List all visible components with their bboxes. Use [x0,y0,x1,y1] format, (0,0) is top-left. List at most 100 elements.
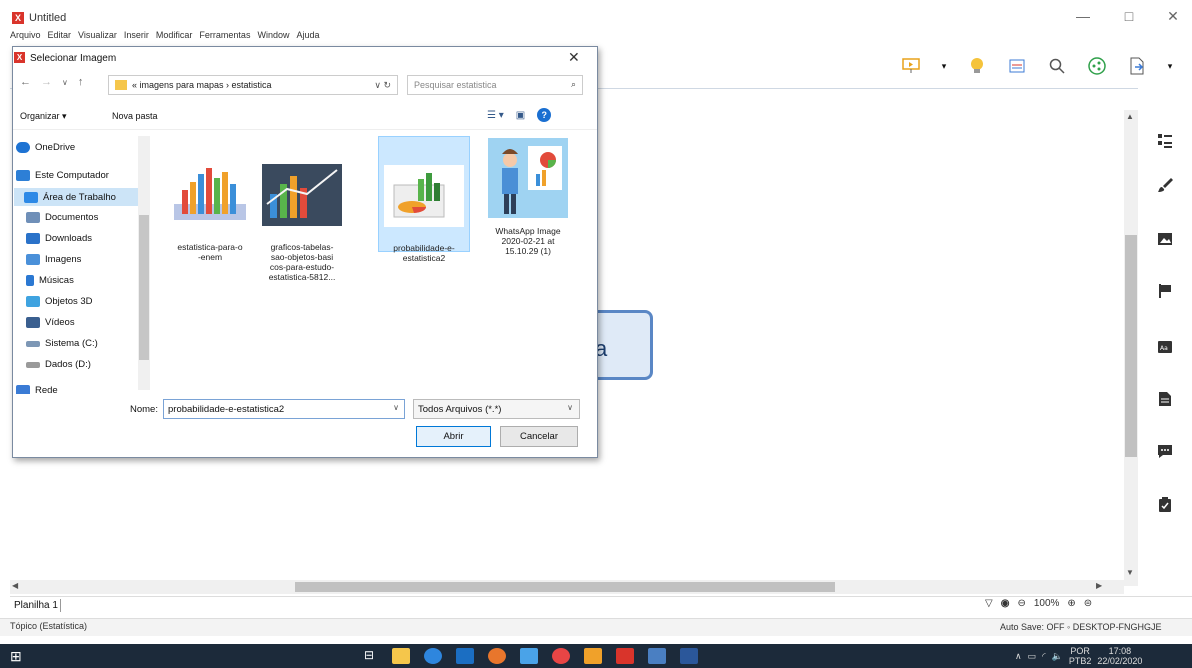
scroll-up-icon[interactable]: ▲ [1126,112,1134,121]
nav-item-este-computador[interactable]: Este Computador [16,170,109,181]
network-icon[interactable]: ◜ [1042,651,1046,662]
lightbulb-icon[interactable] [966,55,988,77]
file-item[interactable]: graficos-tabelas- sao-objetos-basi cos-p… [256,154,348,282]
clipboard-icon[interactable] [1154,494,1176,516]
new-folder-button[interactable]: Nova pasta [112,111,158,121]
dialog-close-button[interactable]: ✕ [568,49,580,66]
vertical-scroll-thumb[interactable] [1125,235,1137,457]
xmind-task-icon[interactable] [616,648,634,664]
filename-dropdown-icon[interactable]: ∨ [393,403,399,412]
nav-item-downloads[interactable]: Downloads [26,233,92,244]
chevron-down-icon[interactable]: ▾ [1166,55,1174,77]
help-icon[interactable]: ? [537,108,552,122]
address-bar[interactable]: « imagens para mapas › estatistica ∨ ↻ [108,75,398,95]
menu-ferramentas[interactable]: Ferramentas [199,30,250,44]
folder-icon [115,80,127,90]
view-mode-icon[interactable]: ☰ ▾ [487,110,504,121]
desktop-icon [24,191,38,203]
nav-item-label: Dados (D:) [45,359,91,370]
cancel-button[interactable]: Cancelar [500,426,578,447]
windows-start-icon[interactable]: ⊞ [10,648,26,664]
zoom-out-icon[interactable]: ⊖ [1017,598,1025,609]
address-dropdown-icon[interactable]: ∨ ↻ [374,80,397,91]
menu-inserir[interactable]: Inserir [124,30,149,44]
export-icon[interactable] [1126,55,1148,77]
file-item[interactable]: estatistica-para-o -enem [164,154,256,262]
close-button[interactable]: ✕ [1158,8,1188,25]
search-icon: ⌕ [570,79,576,89]
app-g-icon[interactable] [584,648,602,664]
cloud-icon [16,142,30,153]
menu-window[interactable]: Window [257,30,289,44]
forward-arrow-icon[interactable]: → [41,76,52,88]
minimize-button[interactable]: — [1068,8,1098,24]
share-icon[interactable] [1086,55,1108,77]
outline-icon[interactable] [1006,55,1028,77]
nav-item-documentos[interactable]: Documentos [26,212,98,223]
menu-ajuda[interactable]: Ajuda [296,30,319,44]
photos-icon[interactable] [520,648,538,664]
mail-icon[interactable] [648,648,666,664]
image-icon[interactable] [1154,228,1176,250]
brush-icon[interactable] [1154,174,1176,196]
firefox-icon[interactable] [488,648,506,664]
recent-chevron-icon[interactable]: ∨ [62,78,68,87]
scroll-left-icon[interactable]: ◀ [12,581,18,590]
back-arrow-icon[interactable]: ← [20,76,31,88]
maximize-button[interactable]: □ [1114,8,1144,24]
filename-input[interactable]: probabilidade-e-estatistica2 ∨ [163,399,405,419]
filter-icon[interactable]: ▽ [985,598,993,609]
organize-button[interactable]: Organizar ▾ [20,111,67,122]
nav-item-rede[interactable]: Rede [16,385,58,394]
flag-icon[interactable] [1154,280,1176,302]
filetype-select[interactable]: Todos Arquivos (*.*) ∨ [413,399,580,419]
up-arrow-icon[interactable]: ↑ [78,76,84,88]
clock[interactable]: 17:08 22/02/2020 [1097,646,1142,666]
nav-item-objetos-3d[interactable]: Objetos 3D [26,296,93,307]
video-icon [26,317,40,328]
search-icon[interactable] [1046,55,1068,77]
format-list-icon[interactable] [1154,130,1176,152]
sheet-tab[interactable]: Planilha 1 [12,599,61,612]
nav-item-label: Downloads [45,233,92,244]
task-view-icon[interactable]: ⊟ [360,648,378,664]
fit-icon[interactable]: ⊜ [1084,598,1092,609]
language-indicator[interactable]: POR PTB2 [1069,646,1092,666]
nav-item-area-de-trabalho[interactable]: Área de Trabalho [14,188,138,206]
app-logo-icon: X [12,12,24,24]
media-icon[interactable] [456,648,474,664]
nav-item-imagens[interactable]: Imagens [26,254,81,265]
nav-pane-scroll-thumb[interactable] [139,215,149,360]
menu-editar[interactable]: Editar [48,30,72,44]
preview-pane-icon[interactable]: ▣ [516,110,525,121]
nav-item-onedrive[interactable]: OneDrive [16,142,75,153]
menu-visualizar[interactable]: Visualizar [78,30,117,44]
label-icon[interactable]: Aa [1154,336,1176,358]
nav-item-dados-d[interactable]: Dados (D:) [26,359,91,370]
menu-modificar[interactable]: Modificar [156,30,193,44]
comment-icon[interactable] [1154,440,1176,462]
word-icon[interactable] [680,648,698,664]
battery-icon[interactable]: ▭ [1028,651,1037,662]
menu-arquivo[interactable]: Arquivo [10,30,41,44]
horizontal-scroll-thumb[interactable] [295,582,835,592]
edge-icon[interactable] [424,648,442,664]
notes-icon[interactable] [1154,388,1176,410]
tray-chevron-icon[interactable]: ∧ [1015,651,1022,662]
nav-item-musicas[interactable]: Músicas [26,275,74,286]
scroll-right-icon[interactable]: ▶ [1096,581,1102,590]
volume-icon[interactable]: 🔈 [1052,651,1063,662]
eye-icon[interactable]: ◉ [1001,598,1010,609]
nav-item-videos[interactable]: Vídeos [26,317,75,328]
zoom-in-icon[interactable]: ⊕ [1067,598,1075,609]
store-icon[interactable] [392,648,410,664]
opera-icon[interactable] [552,648,570,664]
file-item[interactable]: WhatsApp Image 2020-02-21 at 15.10.29 (1… [482,138,574,256]
chevron-down-icon[interactable]: ▾ [940,55,948,77]
file-item-selected[interactable]: probabilidade-e- estatistica2 [378,136,470,263]
scroll-down-icon[interactable]: ▼ [1126,568,1134,577]
open-button[interactable]: Abrir [416,426,491,447]
search-input[interactable]: Pesquisar estatistica ⌕ [407,75,583,95]
nav-item-sistema-c[interactable]: Sistema (C:) [26,338,98,349]
presentation-icon[interactable] [900,55,922,77]
